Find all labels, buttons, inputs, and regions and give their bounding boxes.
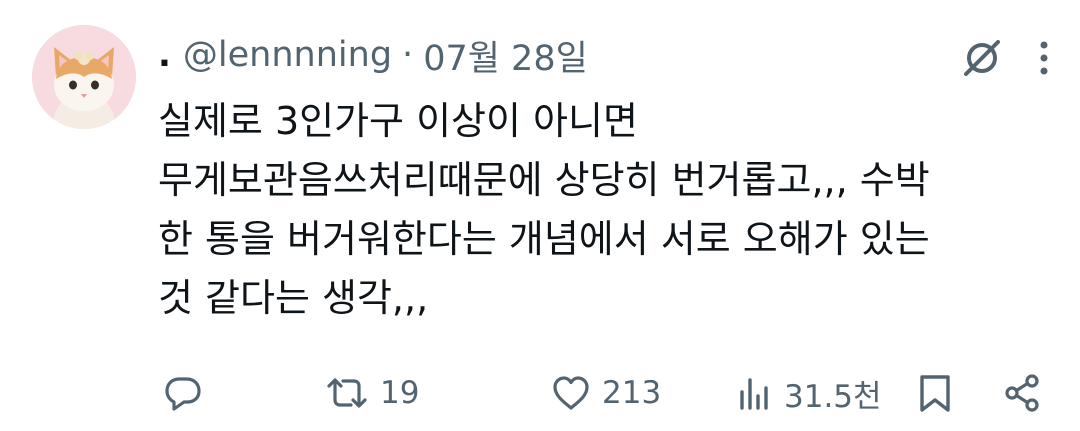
heart-icon xyxy=(553,376,589,410)
like-button[interactable]: 213 xyxy=(550,365,661,421)
tweet-text-line: 실제로 3인가구 이상이 아니면 xyxy=(158,99,638,143)
bookmark-button[interactable] xyxy=(916,365,954,421)
like-count: 213 xyxy=(602,375,662,411)
views-icon xyxy=(740,378,768,410)
views-button[interactable]: 31.5천 xyxy=(736,365,882,421)
tweet-text-line: 한 통을 버거워한다는 개념에서 서로 오해가 있는 xyxy=(158,217,930,261)
user-handle[interactable]: @lennnning xyxy=(183,35,392,75)
reply-icon xyxy=(165,377,201,411)
reply-button[interactable] xyxy=(162,365,204,421)
tweet-header: . @lennnning · 07월 28일 xyxy=(158,30,588,80)
avatar[interactable] xyxy=(32,25,136,129)
display-name[interactable]: . xyxy=(158,35,171,75)
share-button[interactable] xyxy=(1002,365,1044,421)
retweet-icon xyxy=(327,378,367,408)
grok-icon[interactable] xyxy=(960,36,1004,80)
views-count: 31.5천 xyxy=(784,378,882,415)
separator: · xyxy=(402,35,414,75)
tweet-top-icons xyxy=(960,36,1050,80)
tweet-actions: 19 213 31.5천 xyxy=(158,365,1048,421)
retweet-button[interactable]: 19 xyxy=(324,365,419,421)
tweet-date[interactable]: 07월 28일 xyxy=(423,30,588,81)
tweet-text-line: 무게보관음쓰처리때문에 상당히 번거롭고,,, 수박 xyxy=(158,158,930,202)
tweet-text: 실제로 3인가구 이상이 아니면 무게보관음쓰처리때문에 상당히 번거롭고,,,… xyxy=(158,92,1038,328)
share-icon xyxy=(1005,374,1039,412)
cat-avatar-image xyxy=(32,25,136,129)
tweet-text-line: 것 같다는 생각,,, xyxy=(158,276,429,320)
more-vertical-icon[interactable] xyxy=(1038,38,1050,78)
retweet-count: 19 xyxy=(380,375,420,411)
bookmark-icon xyxy=(920,375,950,412)
